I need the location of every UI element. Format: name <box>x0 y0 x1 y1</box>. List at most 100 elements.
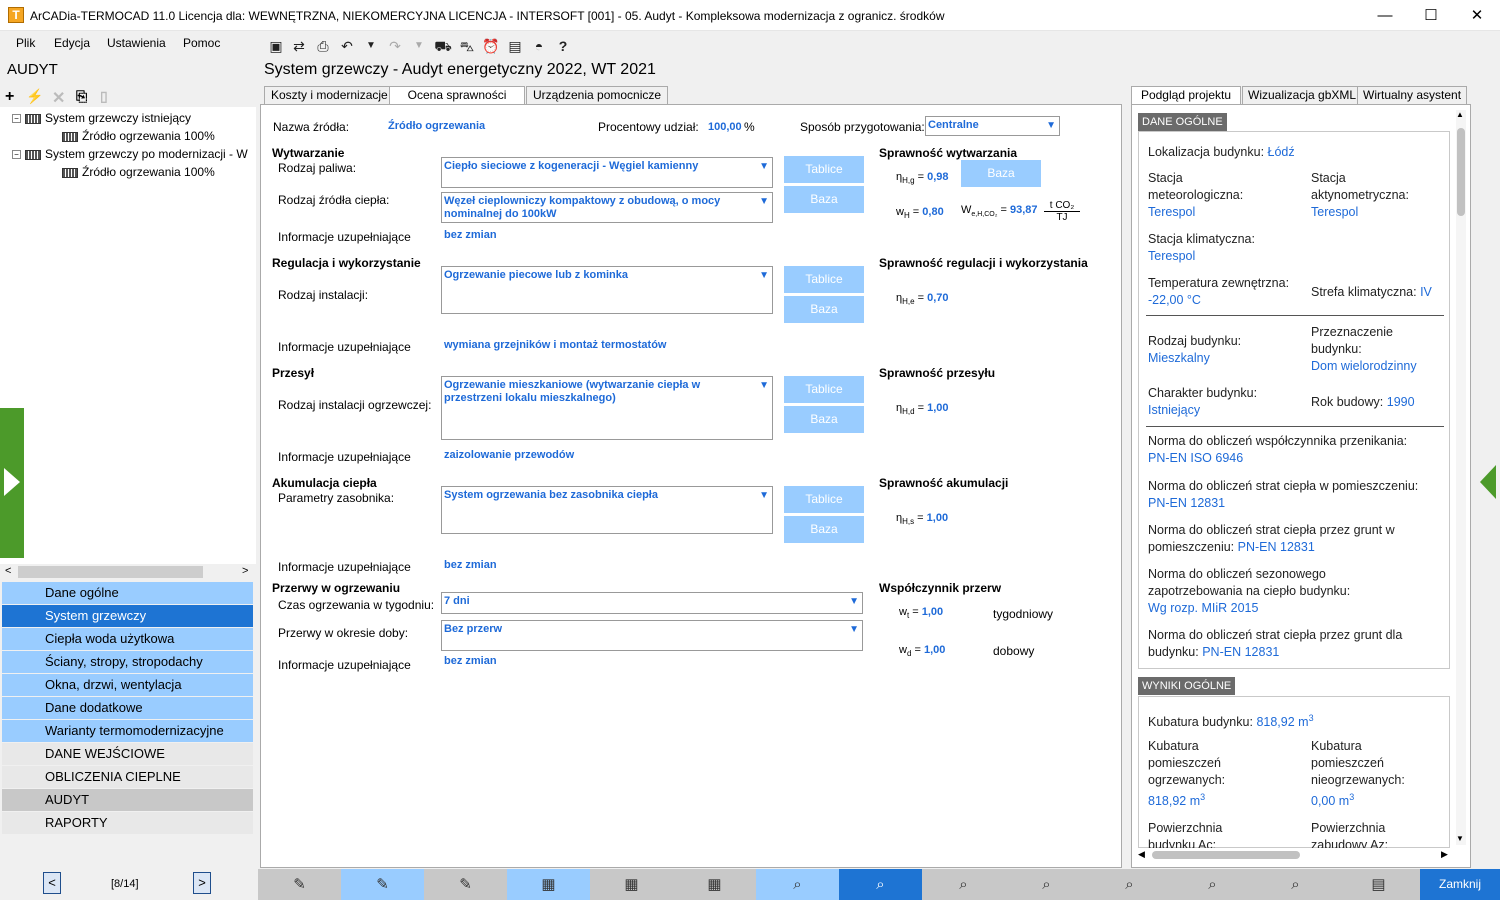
menu-edit[interactable]: Edycja <box>54 36 90 50</box>
help-icon[interactable]: ? <box>554 37 572 55</box>
nav-sciany[interactable]: Ściany, stropy, stropodachy <box>2 651 253 673</box>
copy-icon[interactable]: ⎘ <box>76 88 87 105</box>
print-preview-icon[interactable]: ⎙ <box>314 37 332 55</box>
gauge-icon[interactable]: ◓ <box>530 37 548 55</box>
tab-podglad[interactable]: Podgląd projektu <box>1131 86 1241 105</box>
regulation-install-select[interactable]: Ogrzewanie piecowe lub z kominka ▼ <box>441 266 773 314</box>
paste-icon[interactable]: ▯ <box>100 88 108 105</box>
transfer-tables-button[interactable]: Tablice <box>784 376 864 403</box>
scroll-down-icon[interactable]: ▼ <box>1456 834 1464 843</box>
import-icon[interactable]: ⛟ <box>434 37 452 55</box>
right-scrollbar-thumb[interactable] <box>1457 128 1465 216</box>
fuel-select[interactable]: Ciepło sieciowe z kogeneracji - Węgiel k… <box>441 157 773 188</box>
source-name-value[interactable]: Źródło ogrzewania <box>388 120 485 132</box>
production-tables-button[interactable]: Tablice <box>784 156 864 183</box>
add-source-icon[interactable]: ⚡ <box>26 88 43 105</box>
nav-warianty[interactable]: Warianty termomodernizacyjne <box>2 720 253 742</box>
day-select[interactable]: Bez przerw ▼ <box>441 620 863 651</box>
regulation-info-value[interactable]: wymiana grzejników i montaż termostatów <box>444 339 667 351</box>
heat-source-select[interactable]: Węzeł cieplowniczy kompaktowy z obudową,… <box>441 192 773 223</box>
menu-help[interactable]: Pomoc <box>183 36 220 50</box>
nav-dane-ogolne[interactable]: Dane ogólne <box>2 582 253 604</box>
storage-param-select[interactable]: System ogrzewania bez zasobnika ciepła ▼ <box>441 486 773 534</box>
prep-select[interactable]: Centralne ▼ <box>925 116 1060 136</box>
search-doc-icon[interactable]: ⌕ <box>1254 869 1337 900</box>
regulation-base-button[interactable]: Baza <box>784 296 864 323</box>
doc-edit-icon[interactable]: ✎ <box>258 869 341 900</box>
maximize-button[interactable]: ☐ <box>1408 0 1454 31</box>
scroll-left-icon[interactable]: < <box>5 565 11 577</box>
tree-item-modernized[interactable]: − System grzewczy po modernizacji - W <box>12 147 248 161</box>
nav-ciepla-woda[interactable]: Ciepła woda użytkowa <box>2 628 253 650</box>
collapse-right-panel-icon[interactable] <box>1480 465 1496 499</box>
nav-system-grzewczy[interactable]: System grzewczy <box>2 605 253 627</box>
refresh-icon[interactable]: ⇄ <box>290 37 308 55</box>
arrow-right-icon[interactable] <box>4 468 20 496</box>
search-doc-icon[interactable]: ⌕ <box>1088 869 1171 900</box>
redo-icon[interactable]: ↷ <box>386 37 404 55</box>
redo-dropdown-icon[interactable]: ▼ <box>410 37 428 55</box>
search-doc-icon[interactable]: ⌕ <box>922 869 1005 900</box>
calculator-icon[interactable]: ▤ <box>506 37 524 55</box>
scroll-left-icon[interactable]: ◀ <box>1138 849 1145 860</box>
undo-dropdown-icon[interactable]: ▼ <box>362 37 380 55</box>
minimize-button[interactable]: — <box>1362 0 1408 31</box>
nav-obliczenia[interactable]: OBLICZENIA CIEPLNE <box>2 766 253 788</box>
transfer-base-button[interactable]: Baza <box>784 406 864 433</box>
pager-prev-button[interactable]: < <box>43 872 61 894</box>
report-icon[interactable]: ▤ <box>1337 869 1420 900</box>
regulation-tables-button[interactable]: Tablice <box>784 266 864 293</box>
tab-urzadzenia[interactable]: Urządzenia pomocnicze <box>526 86 669 104</box>
nav-audyt[interactable]: AUDYT <box>2 789 253 811</box>
scroll-right-icon[interactable]: > <box>242 565 248 577</box>
search-doc-icon[interactable]: ⌕ <box>839 869 922 900</box>
close-button[interactable]: ✕ <box>1454 0 1500 31</box>
nav-dane-wejsciowe[interactable]: DANE WEJŚCIOWE <box>2 743 253 765</box>
tab-koszty[interactable]: Koszty i modernizacje <box>264 86 395 104</box>
right-vertical-scrollbar[interactable] <box>1456 110 1466 845</box>
table-icon[interactable]: ▦ <box>673 869 756 900</box>
doc-edit-icon[interactable]: ✎ <box>424 869 507 900</box>
percent-value[interactable]: 100,00 <box>708 121 742 133</box>
delete-icon[interactable]: ✕ <box>52 88 65 108</box>
undo-icon[interactable]: ↶ <box>338 37 356 55</box>
table-icon[interactable]: ▦ <box>507 869 590 900</box>
eff-base-button[interactable]: Baza <box>961 160 1041 187</box>
tree-item-source[interactable]: Źródło ogrzewania 100% <box>62 165 215 179</box>
week-select[interactable]: 7 dni ▼ <box>441 592 863 614</box>
alarm-icon[interactable]: ⏰ <box>482 37 500 55</box>
add-icon[interactable]: + <box>5 88 14 106</box>
nav-dane-dodatkowe[interactable]: Dane dodatkowe <box>2 697 253 719</box>
tab-ocena[interactable]: Ocena sprawności <box>389 86 525 105</box>
pager-next-button[interactable]: > <box>193 872 211 894</box>
doc-edit-icon[interactable]: ✎ <box>341 869 424 900</box>
production-info-value[interactable]: bez zmian <box>444 229 497 241</box>
transfer-install-select[interactable]: Ogrzewanie mieszkaniowe (wytwarzanie cie… <box>441 376 773 440</box>
tree-item-existing[interactable]: − System grzewczy istniejący <box>12 111 191 125</box>
tree-item-source[interactable]: Źródło ogrzewania 100% <box>62 129 215 143</box>
nav-raporty[interactable]: RAPORTY <box>2 812 253 834</box>
search-doc-icon[interactable]: ⌕ <box>1171 869 1254 900</box>
tab-gbxml[interactable]: Wizualizacja gbXML <box>1242 86 1363 104</box>
collapse-icon[interactable]: − <box>12 150 21 160</box>
breaks-info-value[interactable]: bez zmian <box>444 655 497 667</box>
storage-base-button[interactable]: Baza <box>784 516 864 543</box>
table-icon[interactable]: ▦ <box>590 869 673 900</box>
save-icon[interactable]: ▣ <box>267 37 285 55</box>
car-icon[interactable]: ⛍ <box>458 37 476 55</box>
menu-file[interactable]: Plik <box>16 36 35 50</box>
right-h-scrollbar-thumb[interactable] <box>1152 851 1300 859</box>
storage-info-value[interactable]: bez zmian <box>444 559 497 571</box>
scroll-right-icon[interactable]: ▶ <box>1441 849 1448 860</box>
production-base-button[interactable]: Baza <box>784 186 864 213</box>
scroll-up-icon[interactable]: ▲ <box>1456 110 1464 119</box>
close-project-button[interactable]: Zamknij <box>1420 869 1500 900</box>
menu-settings[interactable]: Ustawienia <box>107 36 166 50</box>
search-doc-icon[interactable]: ⌕ <box>756 869 839 900</box>
search-doc-icon[interactable]: ⌕ <box>1005 869 1088 900</box>
nav-okna[interactable]: Okna, drzwi, wentylacja <box>2 674 253 696</box>
tab-asystent[interactable]: Wirtualny asystent <box>1357 86 1468 104</box>
transfer-info-value[interactable]: zaizolowanie przewodów <box>444 449 574 461</box>
scrollbar-thumb[interactable] <box>18 566 203 578</box>
collapse-icon[interactable]: − <box>12 114 21 124</box>
